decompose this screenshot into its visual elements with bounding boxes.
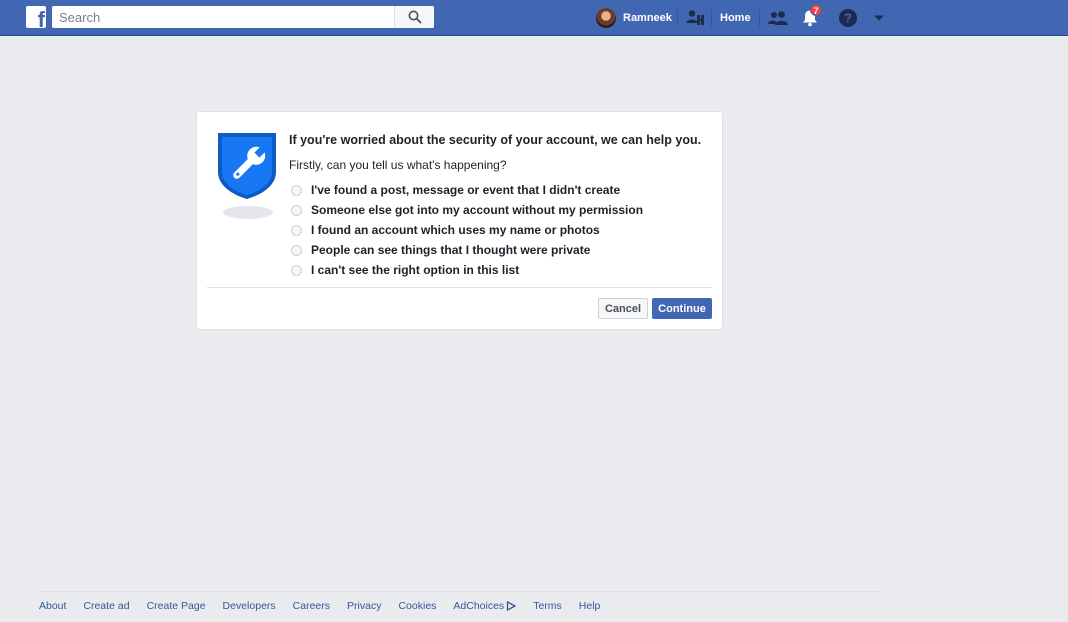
help-question-icon: ? [839, 9, 857, 27]
avatar [596, 8, 616, 28]
issue-option[interactable]: People can see things that I thought wer… [291, 240, 643, 260]
find-friends-button[interactable] [684, 6, 708, 30]
nav-separator [759, 9, 760, 27]
nav-separator [677, 9, 678, 27]
footer-link-terms[interactable]: Terms [533, 600, 562, 612]
account-menu-button[interactable] [867, 6, 891, 30]
shield-shadow [223, 206, 273, 219]
adchoices-icon [507, 601, 517, 611]
friend-requests-icon [768, 11, 788, 25]
radio-button[interactable] [291, 204, 302, 216]
issue-option-label: I've found a post, message or event that… [311, 183, 621, 197]
notification-count-badge: 7 [810, 4, 822, 16]
shield-wrench-icon [218, 133, 276, 199]
issue-option[interactable]: Someone else got into my account without… [291, 200, 643, 220]
footer-link-help[interactable]: Help [579, 600, 601, 612]
issue-options-list: I've found a post, message or event that… [291, 180, 643, 280]
notifications-button[interactable]: 7 [798, 4, 822, 30]
footer-link-privacy[interactable]: Privacy [347, 600, 381, 612]
profile-link[interactable]: Ramneek [596, 0, 672, 36]
facebook-logo-letter: f [37, 7, 45, 29]
search-box [52, 6, 434, 28]
cancel-button[interactable]: Cancel [598, 298, 648, 319]
search-input[interactable] [52, 7, 392, 27]
issue-option-label: I found an account which uses my name or… [311, 223, 600, 237]
radio-button[interactable] [291, 264, 302, 276]
issue-option-label: People can see things that I thought wer… [311, 243, 591, 257]
search-icon [408, 10, 422, 24]
home-label: Home [720, 12, 751, 24]
footer-link-create-page[interactable]: Create Page [147, 600, 206, 612]
nav-separator [711, 9, 712, 27]
dialog-divider [207, 287, 712, 288]
continue-button[interactable]: Continue [652, 298, 712, 319]
radio-button[interactable] [291, 244, 302, 256]
svg-text:?: ? [844, 11, 852, 26]
chevron-down-icon [874, 15, 884, 21]
home-link[interactable]: Home [720, 0, 751, 36]
footer-link-create-ad[interactable]: Create ad [83, 600, 129, 612]
security-help-dialog: If you're worried about the security of … [196, 111, 723, 330]
footer-link-cookies[interactable]: Cookies [398, 600, 436, 612]
footer-link-adchoices[interactable]: AdChoices [453, 600, 517, 612]
radio-button[interactable] [291, 184, 302, 196]
issue-option-label: I can't see the right option in this lis… [311, 263, 520, 277]
search-button[interactable] [394, 6, 434, 28]
profile-name: Ramneek [623, 12, 672, 24]
top-navigation-bar: f Ramneek Home [0, 0, 1068, 36]
issue-option-label: Someone else got into my account without… [311, 203, 644, 217]
adchoices-label: AdChoices [453, 600, 505, 612]
issue-option[interactable]: I've found a post, message or event that… [291, 180, 643, 200]
issue-option[interactable]: I found an account which uses my name or… [291, 220, 643, 240]
footer-links: About Create ad Create Page Developers C… [39, 600, 617, 612]
footer-divider [38, 591, 880, 592]
security-shield-illustration [217, 132, 277, 222]
help-button[interactable]: ? [836, 6, 860, 30]
friend-requests-button[interactable] [766, 6, 790, 30]
facebook-logo[interactable]: f [26, 6, 46, 28]
find-friends-icon [686, 10, 704, 25]
footer-link-careers[interactable]: Careers [293, 600, 330, 612]
footer-link-developers[interactable]: Developers [223, 600, 276, 612]
footer-link-about[interactable]: About [39, 600, 66, 612]
radio-button[interactable] [291, 224, 302, 236]
dialog-subtitle: Firstly, can you tell us what's happenin… [289, 158, 507, 172]
dialog-title: If you're worried about the security of … [289, 133, 702, 147]
issue-option[interactable]: I can't see the right option in this lis… [291, 260, 643, 280]
